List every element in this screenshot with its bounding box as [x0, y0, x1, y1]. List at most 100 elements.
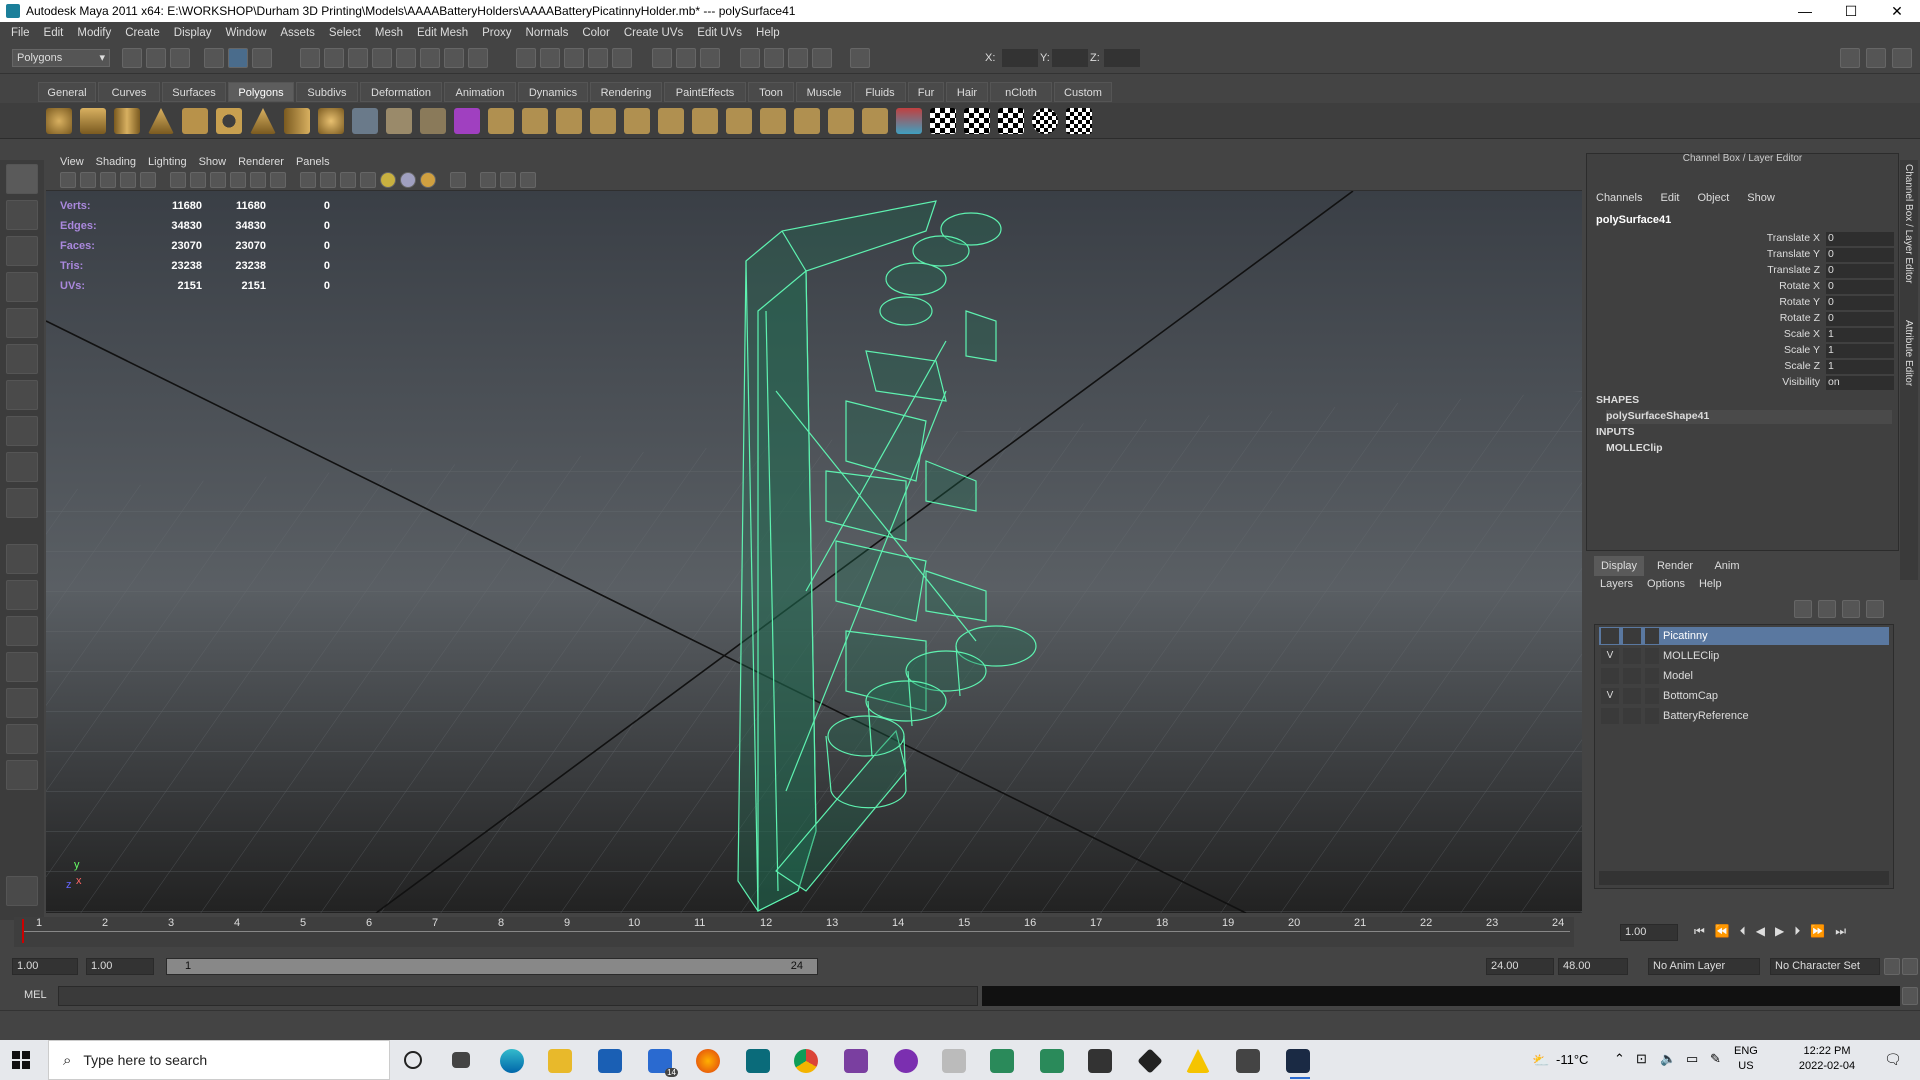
menu-assets[interactable]: Assets: [273, 27, 322, 39]
menu-proxy[interactable]: Proxy: [475, 27, 518, 39]
shelf-tab-general[interactable]: General: [38, 82, 96, 102]
play-forwards-icon[interactable]: ▶: [1775, 924, 1784, 939]
planar-mapping-icon[interactable]: [930, 108, 956, 134]
scale-tool-icon[interactable]: [6, 344, 38, 374]
magnet-icon[interactable]: [564, 48, 584, 68]
task-view-icon[interactable]: [452, 1052, 470, 1068]
isolate-select-icon[interactable]: [450, 172, 466, 188]
merge-icon[interactable]: [862, 108, 888, 134]
persp-graph-outliner-layout-icon[interactable]: [6, 724, 38, 754]
select-camera-icon[interactable]: [60, 172, 76, 188]
menu-display[interactable]: Display: [167, 27, 219, 39]
y-field[interactable]: [1052, 49, 1088, 67]
shelf-tab-ncloth[interactable]: nCloth: [990, 82, 1052, 102]
attr-value[interactable]: 0: [1826, 280, 1894, 294]
show-channel-box-icon[interactable]: [1892, 48, 1912, 68]
shelf-tab-painteffects[interactable]: PaintEffects: [664, 82, 746, 102]
pen-icon[interactable]: ✎: [1710, 1051, 1721, 1067]
menu-edit[interactable]: Edit: [37, 27, 71, 39]
shelf-tab-dynamics[interactable]: Dynamics: [518, 82, 588, 102]
smooth-icon[interactable]: [454, 108, 480, 134]
menu-color[interactable]: Color: [575, 27, 616, 39]
split-polygon-icon[interactable]: [590, 108, 616, 134]
poly-cone-icon[interactable]: [148, 108, 174, 134]
perspective-viewport[interactable]: y x z: [46, 191, 1582, 913]
start-icon[interactable]: [12, 1051, 30, 1069]
snap-point-icon[interactable]: [348, 48, 368, 68]
move-tool-icon[interactable]: [6, 272, 38, 302]
go-to-end-icon[interactable]: ⏭: [1835, 924, 1846, 939]
attr-value[interactable]: 1: [1826, 344, 1894, 358]
select-component-icon[interactable]: [252, 48, 272, 68]
shape-node[interactable]: polySurfaceShape41: [1606, 410, 1892, 424]
chevron-up-icon[interactable]: ⌃: [1614, 1051, 1625, 1067]
layer-color-swatch[interactable]: [1645, 708, 1659, 724]
speaker-icon[interactable]: 🔈: [1660, 1051, 1676, 1067]
cortana-icon[interactable]: [404, 1051, 422, 1069]
layer-visibility-toggle[interactable]: [1601, 628, 1619, 644]
firefox-icon[interactable]: [696, 1049, 720, 1073]
help-icon[interactable]: [444, 48, 464, 68]
layer-visibility-toggle[interactable]: V: [1601, 648, 1619, 664]
append-polygon-icon[interactable]: [556, 108, 582, 134]
xray-icon[interactable]: [480, 172, 496, 188]
layer-playback-toggle[interactable]: [1623, 668, 1641, 684]
offset-edge-loop-icon[interactable]: [658, 108, 684, 134]
shelf-tab-muscle[interactable]: Muscle: [796, 82, 852, 102]
poly-pipe-icon[interactable]: [284, 108, 310, 134]
cylindrical-mapping-icon[interactable]: [964, 108, 990, 134]
snap-live-icon[interactable]: [396, 48, 416, 68]
character-set-select[interactable]: No Character Set: [1770, 958, 1880, 975]
poly-plane-icon[interactable]: [182, 108, 208, 134]
panel-menu-shading[interactable]: Shading: [90, 156, 142, 168]
safe-action-icon[interactable]: [250, 172, 266, 188]
anim-layer-select[interactable]: No Anim Layer: [1648, 958, 1760, 975]
bookmark-icon[interactable]: [100, 172, 116, 188]
maya-active-icon[interactable]: [1286, 1049, 1310, 1073]
snap-curve-icon[interactable]: [324, 48, 344, 68]
menu-mesh[interactable]: Mesh: [368, 27, 410, 39]
construction-history-icon[interactable]: [540, 48, 560, 68]
select-tool-icon[interactable]: [6, 164, 38, 194]
new-layer-icon[interactable]: [1842, 600, 1860, 618]
menu-create[interactable]: Create: [118, 27, 167, 39]
network-icon[interactable]: ⊡: [1636, 1051, 1647, 1067]
layer-row-molleclip[interactable]: V MOLLEClip: [1599, 647, 1889, 665]
diamond-app-icon[interactable]: [1137, 1048, 1163, 1074]
grid-toggle-icon[interactable]: [140, 172, 156, 188]
notifications-icon[interactable]: 🗨: [1884, 1051, 1902, 1068]
wireframe-icon[interactable]: [300, 172, 316, 188]
channel-box-menu-object[interactable]: Object: [1697, 192, 1729, 204]
input-field-icon[interactable]: [850, 48, 870, 68]
channel-box-menu-channels[interactable]: Channels: [1596, 192, 1642, 204]
shelf-tab-fluids[interactable]: Fluids: [854, 82, 906, 102]
single-perspective-layout-icon[interactable]: [6, 544, 38, 574]
lasso-icon[interactable]: [764, 48, 784, 68]
cut-faces-icon[interactable]: [692, 108, 718, 134]
layer-menu-help[interactable]: Help: [1699, 578, 1722, 590]
menu-create-uvs[interactable]: Create UVs: [617, 27, 690, 39]
command-input[interactable]: [58, 986, 978, 1006]
shadows-icon[interactable]: [400, 172, 416, 188]
new-scene-icon[interactable]: [122, 48, 142, 68]
language-indicator[interactable]: ENG US: [1734, 1044, 1758, 1074]
shelf-tab-surfaces[interactable]: Surfaces: [162, 82, 226, 102]
poly-cube-icon[interactable]: [80, 108, 106, 134]
animation-end-field[interactable]: 48.00: [1558, 958, 1628, 975]
step-back-frame-icon[interactable]: ⏴: [1740, 924, 1746, 939]
input-output-icon[interactable]: [516, 48, 536, 68]
z-field[interactable]: [1104, 49, 1140, 67]
uv-texture-editor-icon[interactable]: [1066, 108, 1092, 134]
shelf-tab-animation[interactable]: Animation: [444, 82, 516, 102]
step-forward-key-icon[interactable]: ⏩: [1810, 924, 1825, 939]
panel-menu-lighting[interactable]: Lighting: [142, 156, 193, 168]
panel-menu-show[interactable]: Show: [193, 156, 233, 168]
attr-value[interactable]: 0: [1826, 232, 1894, 246]
insert-edge-loop-icon[interactable]: [624, 108, 650, 134]
shelf-tab-curves[interactable]: Curves: [98, 82, 160, 102]
attr-value[interactable]: 0: [1826, 248, 1894, 262]
menu-modify[interactable]: Modify: [70, 27, 118, 39]
layer-color-swatch[interactable]: [1645, 628, 1659, 644]
select-object-icon[interactable]: [228, 48, 248, 68]
automatic-mapping-icon[interactable]: [1032, 108, 1058, 134]
